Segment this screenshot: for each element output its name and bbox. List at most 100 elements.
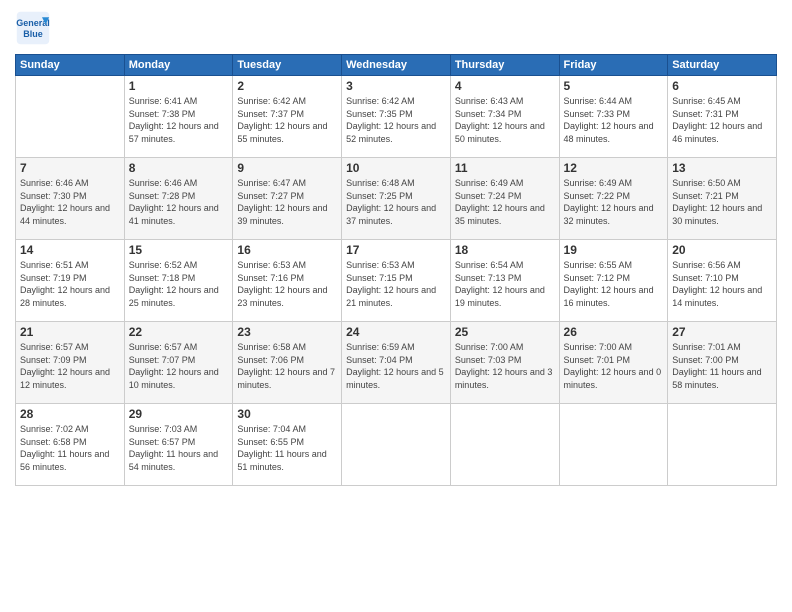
day-detail: Sunrise: 6:42 AMSunset: 7:37 PMDaylight:… [237,95,337,145]
week-row-3: 21 Sunrise: 6:57 AMSunset: 7:09 PMDayligh… [16,322,777,404]
day-number: 15 [129,243,229,257]
day-cell: 12 Sunrise: 6:49 AMSunset: 7:22 PMDayligh… [559,158,668,240]
day-number: 17 [346,243,446,257]
day-number: 9 [237,161,337,175]
day-number: 18 [455,243,555,257]
day-number: 28 [20,407,120,421]
day-detail: Sunrise: 6:52 AMSunset: 7:18 PMDaylight:… [129,259,229,309]
day-detail: Sunrise: 7:02 AMSunset: 6:58 PMDaylight:… [20,423,120,473]
day-detail: Sunrise: 6:49 AMSunset: 7:22 PMDaylight:… [564,177,664,227]
logo-icon: General Blue [15,10,51,46]
day-detail: Sunrise: 6:50 AMSunset: 7:21 PMDaylight:… [672,177,772,227]
day-cell: 7Sunrise: 6:46 AMSunset: 7:30 PMDaylight… [16,158,125,240]
day-number: 2 [237,79,337,93]
day-cell: 21 Sunrise: 6:57 AMSunset: 7:09 PMDayligh… [16,322,125,404]
day-cell: 15 Sunrise: 6:52 AMSunset: 7:18 PMDayligh… [124,240,233,322]
day-number: 12 [564,161,664,175]
week-row-1: 7Sunrise: 6:46 AMSunset: 7:30 PMDaylight… [16,158,777,240]
day-detail: Sunrise: 6:59 AMSunset: 7:04 PMDaylight:… [346,341,446,391]
day-cell: 26Sunrise: 7:00 AMSunset: 7:01 PMDayligh… [559,322,668,404]
week-row-2: 14 Sunrise: 6:51 AMSunset: 7:19 PMDayligh… [16,240,777,322]
day-cell [16,76,125,158]
svg-text:Blue: Blue [23,29,43,39]
day-number: 13 [672,161,772,175]
logo: General Blue [15,10,55,46]
day-cell: 29 Sunrise: 7:03 AMSunset: 6:57 PMDayligh… [124,404,233,486]
day-detail: Sunrise: 6:57 AMSunset: 7:07 PMDaylight:… [129,341,229,391]
day-number: 1 [129,79,229,93]
day-number: 6 [672,79,772,93]
day-cell: 3Sunrise: 6:42 AMSunset: 7:35 PMDaylight… [342,76,451,158]
day-cell: 10 Sunrise: 6:48 AMSunset: 7:25 PMDayligh… [342,158,451,240]
day-cell: 14 Sunrise: 6:51 AMSunset: 7:19 PMDayligh… [16,240,125,322]
calendar-header: SundayMondayTuesdayWednesdayThursdayFrid… [16,55,777,76]
day-detail: Sunrise: 6:53 AMSunset: 7:15 PMDaylight:… [346,259,446,309]
day-detail: Sunrise: 6:51 AMSunset: 7:19 PMDaylight:… [20,259,120,309]
day-detail: Sunrise: 6:46 AMSunset: 7:28 PMDaylight:… [129,177,229,227]
day-number: 19 [564,243,664,257]
day-detail: Sunrise: 6:49 AMSunset: 7:24 PMDaylight:… [455,177,555,227]
day-number: 30 [237,407,337,421]
header-row: SundayMondayTuesdayWednesdayThursdayFrid… [16,55,777,76]
day-detail: Sunrise: 6:44 AMSunset: 7:33 PMDaylight:… [564,95,664,145]
header-cell-saturday: Saturday [668,55,777,76]
day-detail: Sunrise: 7:04 AMSunset: 6:55 PMDaylight:… [237,423,337,473]
day-cell: 23Sunrise: 6:58 AMSunset: 7:06 PMDayligh… [233,322,342,404]
day-cell: 30 Sunrise: 7:04 AMSunset: 6:55 PMDayligh… [233,404,342,486]
day-number: 16 [237,243,337,257]
day-cell: 17 Sunrise: 6:53 AMSunset: 7:15 PMDayligh… [342,240,451,322]
day-number: 29 [129,407,229,421]
day-number: 21 [20,325,120,339]
day-detail: Sunrise: 6:46 AMSunset: 7:30 PMDaylight:… [20,177,120,227]
day-cell: 20 Sunrise: 6:56 AMSunset: 7:10 PMDayligh… [668,240,777,322]
day-number: 27 [672,325,772,339]
day-number: 24 [346,325,446,339]
day-cell: 27 Sunrise: 7:01 AMSunset: 7:00 PMDayligh… [668,322,777,404]
day-cell [668,404,777,486]
day-cell [450,404,559,486]
day-detail: Sunrise: 6:58 AMSunset: 7:06 PMDaylight:… [237,341,337,391]
main-container: General Blue SundayMondayTuesdayWednesda… [0,0,792,491]
day-number: 14 [20,243,120,257]
day-number: 10 [346,161,446,175]
day-detail: Sunrise: 6:41 AMSunset: 7:38 PMDaylight:… [129,95,229,145]
day-cell: 1 Sunrise: 6:41 AMSunset: 7:38 PMDaylight… [124,76,233,158]
day-detail: Sunrise: 6:48 AMSunset: 7:25 PMDaylight:… [346,177,446,227]
day-detail: Sunrise: 6:57 AMSunset: 7:09 PMDaylight:… [20,341,120,391]
calendar-table: SundayMondayTuesdayWednesdayThursdayFrid… [15,54,777,486]
day-detail: Sunrise: 6:56 AMSunset: 7:10 PMDaylight:… [672,259,772,309]
day-number: 5 [564,79,664,93]
day-cell: 6 Sunrise: 6:45 AMSunset: 7:31 PMDaylight… [668,76,777,158]
day-cell: 28 Sunrise: 7:02 AMSunset: 6:58 PMDayligh… [16,404,125,486]
week-row-4: 28 Sunrise: 7:02 AMSunset: 6:58 PMDayligh… [16,404,777,486]
header-cell-friday: Friday [559,55,668,76]
day-cell: 11 Sunrise: 6:49 AMSunset: 7:24 PMDayligh… [450,158,559,240]
header-cell-tuesday: Tuesday [233,55,342,76]
header-cell-wednesday: Wednesday [342,55,451,76]
day-detail: Sunrise: 7:03 AMSunset: 6:57 PMDaylight:… [129,423,229,473]
day-cell: 24 Sunrise: 6:59 AMSunset: 7:04 PMDayligh… [342,322,451,404]
calendar-body: 1 Sunrise: 6:41 AMSunset: 7:38 PMDaylight… [16,76,777,486]
day-detail: Sunrise: 6:43 AMSunset: 7:34 PMDaylight:… [455,95,555,145]
day-cell: 16Sunrise: 6:53 AMSunset: 7:16 PMDayligh… [233,240,342,322]
day-detail: Sunrise: 6:47 AMSunset: 7:27 PMDaylight:… [237,177,337,227]
header: General Blue [15,10,777,46]
day-cell [559,404,668,486]
week-row-0: 1 Sunrise: 6:41 AMSunset: 7:38 PMDaylight… [16,76,777,158]
day-cell: 2 Sunrise: 6:42 AMSunset: 7:37 PMDaylight… [233,76,342,158]
day-number: 25 [455,325,555,339]
day-number: 4 [455,79,555,93]
day-cell: 19Sunrise: 6:55 AMSunset: 7:12 PMDayligh… [559,240,668,322]
day-number: 3 [346,79,446,93]
day-number: 11 [455,161,555,175]
day-number: 8 [129,161,229,175]
day-cell [342,404,451,486]
day-cell: 25Sunrise: 7:00 AMSunset: 7:03 PMDayligh… [450,322,559,404]
day-detail: Sunrise: 7:01 AMSunset: 7:00 PMDaylight:… [672,341,772,391]
day-detail: Sunrise: 6:54 AMSunset: 7:13 PMDaylight:… [455,259,555,309]
day-detail: Sunrise: 6:45 AMSunset: 7:31 PMDaylight:… [672,95,772,145]
day-number: 20 [672,243,772,257]
day-number: 22 [129,325,229,339]
day-number: 26 [564,325,664,339]
header-cell-monday: Monday [124,55,233,76]
